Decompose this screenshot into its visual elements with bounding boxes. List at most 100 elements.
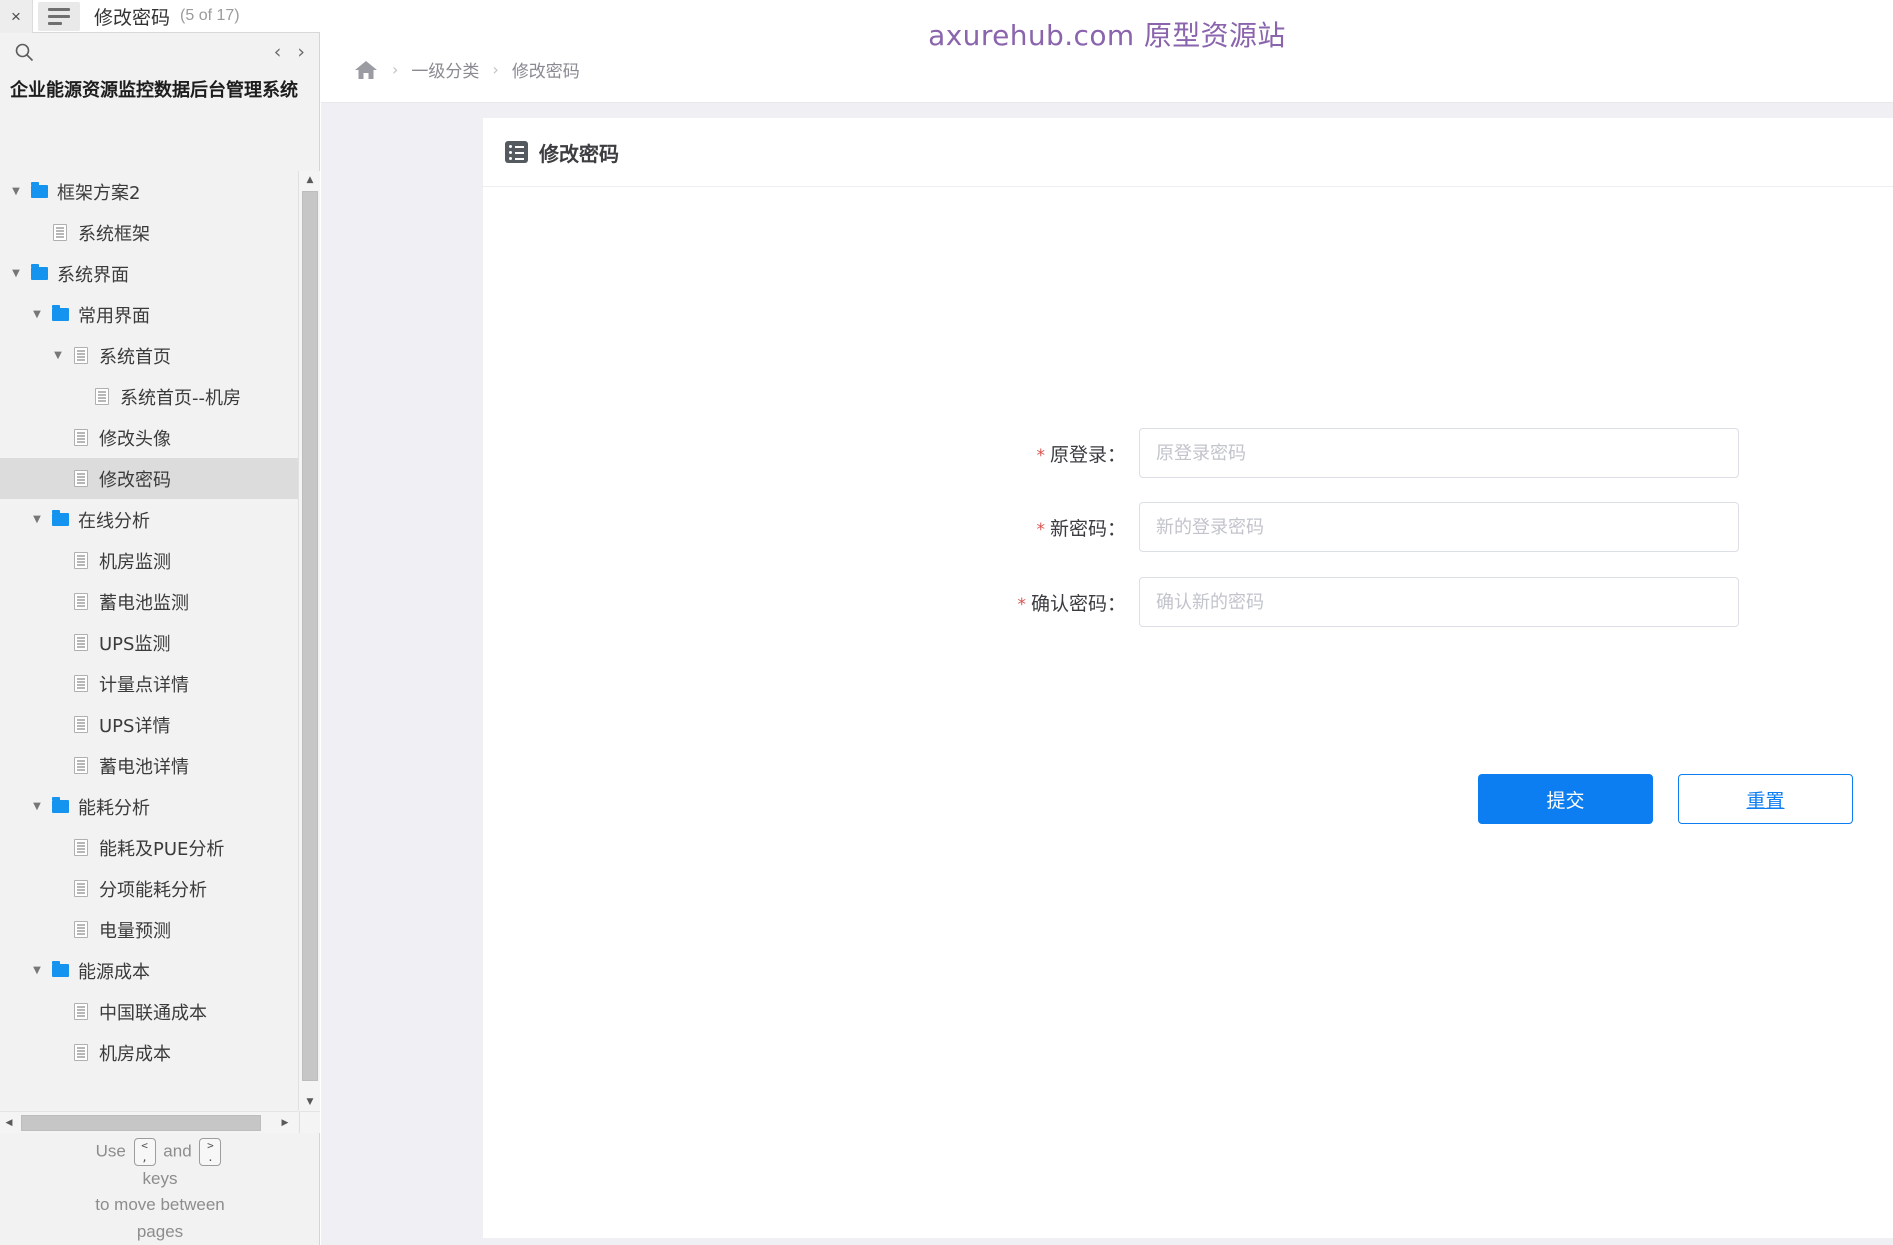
- vertical-scroll-thumb[interactable]: [302, 191, 318, 1081]
- sitemap-item-label: 系统首页--机房: [120, 387, 241, 409]
- sitemap-tree-viewport: ▼ 框架方案2 系统框架 ▼ 系统界面 ▼ 常用界面 ▼ 系统首页系统首页--机房修改头像 修改密…: [0, 171, 320, 1111]
- keyboard-hint-line2: keys: [142, 1169, 178, 1189]
- sitemap-item-label: 机房成本: [99, 1043, 171, 1065]
- home-icon[interactable]: [353, 57, 379, 83]
- sitemap-item-20[interactable]: 中国联通成本: [0, 991, 298, 1032]
- sitemap-item-label: 中国联通成本: [99, 1002, 207, 1024]
- sitemap-item-label: 能源成本: [78, 961, 150, 983]
- sitemap-item-10[interactable]: 蓄电池监测: [0, 581, 298, 622]
- sitemap-item-7[interactable]: 修改密码: [0, 458, 298, 499]
- chevron-down-icon[interactable]: ▼: [48, 350, 68, 361]
- keyboard-hint-line3: to move between: [95, 1195, 225, 1215]
- breadcrumb-separator-2: ›: [492, 60, 499, 79]
- scroll-left-button[interactable]: ◀: [0, 1112, 18, 1134]
- chevron-down-icon[interactable]: ▼: [27, 309, 47, 320]
- sitemap-item-16[interactable]: 能耗及PUE分析: [0, 827, 298, 868]
- current-page-title: 修改密码: [94, 6, 171, 29]
- chevron-down-icon[interactable]: ▼: [27, 801, 47, 812]
- old-password-input[interactable]: [1139, 428, 1739, 478]
- sitemap-item-8[interactable]: ▼ 在线分析: [0, 499, 298, 540]
- chevron-down-icon[interactable]: ▼: [27, 965, 47, 976]
- list-icon: [505, 141, 528, 163]
- sitemap-tree: ▼ 框架方案2 系统框架 ▼ 系统界面 ▼ 常用界面 ▼ 系统首页系统首页--机房修改头像 修改密…: [0, 171, 298, 1111]
- folder-icon: [47, 961, 73, 977]
- sitemap-item-label: 常用界面: [78, 305, 150, 327]
- hamburger-icon[interactable]: [38, 1, 80, 31]
- sitemap-item-label: 机房监测: [99, 551, 171, 573]
- sitemap-item-19[interactable]: ▼ 能源成本: [0, 950, 298, 991]
- breadcrumb-item-0[interactable]: 一级分类: [411, 57, 479, 82]
- sitemap-item-18[interactable]: 电量预测: [0, 909, 298, 950]
- sitemap-item-label: 系统框架: [78, 223, 150, 245]
- breadcrumb-item-1[interactable]: 修改密码: [512, 57, 580, 82]
- confirm-password-input[interactable]: [1139, 577, 1739, 627]
- keyboard-hint-line4: pages: [136, 1221, 184, 1241]
- axure-prototype-shell: × 修改密码 (5 of 17) ‹ › 企业能源资源监控数据后台管理系统 ▼ 框…: [0, 0, 1893, 1245]
- key-next-top: >: [207, 1139, 214, 1152]
- sitemap-item-label: 系统首页: [99, 346, 171, 368]
- sitemap-item-9[interactable]: 机房监测: [0, 540, 298, 581]
- search-icon[interactable]: [14, 42, 34, 62]
- keyboard-hint: Use < , and > . keys to move between pag…: [0, 1138, 320, 1245]
- label-new-password-text: 新密码：: [1049, 517, 1126, 540]
- page-icon: [68, 552, 94, 569]
- next-page-button[interactable]: ›: [297, 42, 305, 62]
- page-icon: [68, 1003, 94, 1020]
- scroll-up-button[interactable]: ▲: [299, 171, 321, 189]
- page-icon: [68, 1044, 94, 1061]
- chevron-down-icon[interactable]: ▼: [27, 514, 47, 525]
- prev-page-button[interactable]: ‹: [274, 42, 282, 62]
- sidebar-nav-arrows: ‹ ›: [274, 42, 305, 62]
- reset-button[interactable]: 重置: [1678, 774, 1853, 824]
- form-row-confirm-password: * 确认密码：: [943, 577, 1739, 627]
- breadcrumb: › 一级分类 › 修改密码: [321, 37, 1893, 103]
- page-icon: [68, 839, 94, 856]
- new-password-input[interactable]: [1139, 502, 1739, 552]
- close-panel-button[interactable]: ×: [0, 0, 33, 33]
- card-title: 修改密码: [539, 141, 619, 166]
- form-row-old-password: * 原登录：: [943, 428, 1739, 478]
- page-icon: [68, 675, 94, 692]
- page-body: 修改密码 * 原登录： * 新密码： * 确认密码： 提交 重置: [321, 103, 1893, 1245]
- chevron-down-icon[interactable]: ▼: [6, 268, 26, 279]
- sitemap-item-label: 蓄电池详情: [99, 756, 189, 778]
- hint-use-text: Use: [95, 1141, 126, 1161]
- page-icon: [68, 470, 94, 487]
- sitemap-item-1[interactable]: 系统框架: [0, 212, 298, 253]
- required-asterisk-1: *: [1036, 519, 1045, 540]
- sitemap-item-17[interactable]: 分项能耗分析: [0, 868, 298, 909]
- scroll-down-button[interactable]: ▼: [299, 1093, 321, 1111]
- sitemap-item-12[interactable]: 计量点详情: [0, 663, 298, 704]
- chevron-down-icon[interactable]: ▼: [6, 186, 26, 197]
- sitemap-item-21[interactable]: 机房成本: [0, 1032, 298, 1073]
- prototype-toolbar: × 修改密码 (5 of 17): [0, 0, 320, 33]
- sitemap-item-13[interactable]: UPS详情: [0, 704, 298, 745]
- sitemap-item-3[interactable]: ▼ 常用界面: [0, 294, 298, 335]
- tree-horizontal-scrollbar[interactable]: ◀ ▶: [0, 1111, 298, 1133]
- folder-icon: [26, 264, 52, 280]
- submit-button[interactable]: 提交: [1478, 774, 1653, 824]
- sitemap-item-4[interactable]: ▼ 系统首页: [0, 335, 298, 376]
- key-prev-bottom: ,: [141, 1150, 148, 1164]
- sidebar: ‹ › 企业能源资源监控数据后台管理系统 ▼ 框架方案2 系统框架 ▼ 系统界面 ▼ 常用界…: [0, 33, 320, 1245]
- page-icon: [68, 716, 94, 733]
- sitemap-item-11[interactable]: UPS监测: [0, 622, 298, 663]
- reset-button-label: 重置: [1746, 789, 1785, 812]
- horizontal-scroll-thumb[interactable]: [21, 1115, 261, 1131]
- sitemap-item-6[interactable]: 修改头像: [0, 417, 298, 458]
- sitemap-item-label: 系统界面: [57, 264, 129, 286]
- change-password-form: * 原登录： * 新密码： * 确认密码： 提交 重置: [483, 187, 1893, 1238]
- key-next-icon: > .: [199, 1138, 222, 1167]
- folder-icon: [47, 797, 73, 813]
- sitemap-item-0[interactable]: ▼ 框架方案2: [0, 171, 298, 212]
- sitemap-item-2[interactable]: ▼ 系统界面: [0, 253, 298, 294]
- folder-icon: [26, 182, 52, 198]
- tree-vertical-scrollbar[interactable]: ▲ ▼: [298, 171, 320, 1111]
- scroll-right-button[interactable]: ▶: [276, 1112, 294, 1134]
- sitemap-item-14[interactable]: 蓄电池详情: [0, 745, 298, 786]
- submit-button-label: 提交: [1546, 789, 1585, 812]
- sitemap-item-5[interactable]: 系统首页--机房: [0, 376, 298, 417]
- label-new-password: * 新密码：: [943, 514, 1139, 541]
- sitemap-item-15[interactable]: ▼ 能耗分析: [0, 786, 298, 827]
- sitemap-item-label: 电量预测: [99, 920, 171, 942]
